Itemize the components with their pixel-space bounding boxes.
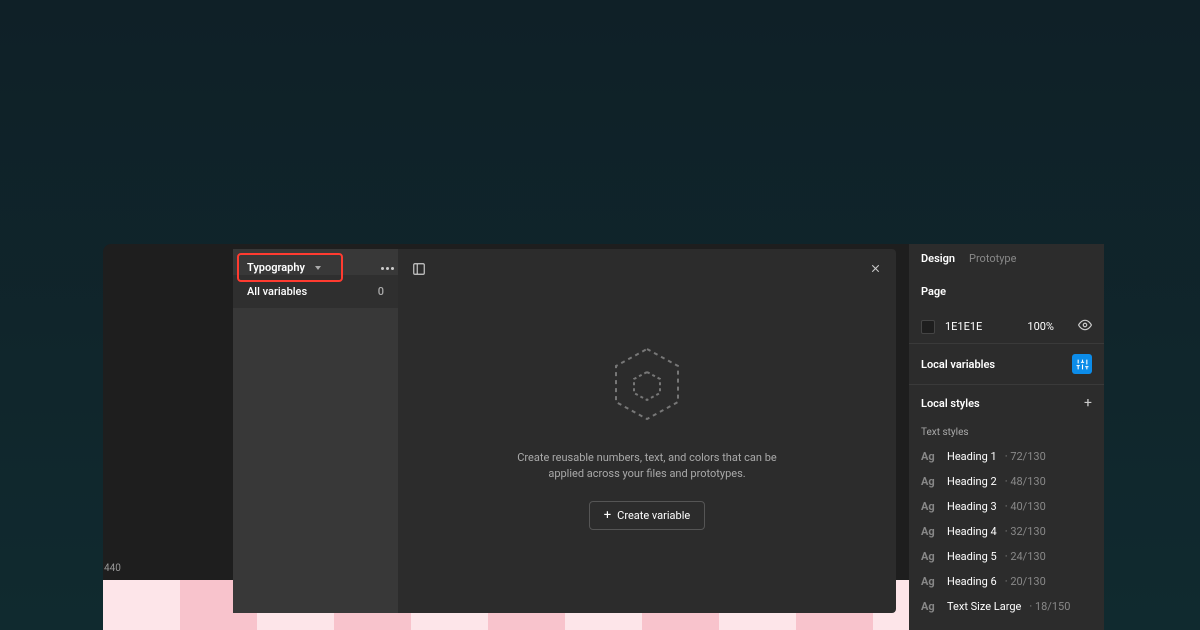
inspector-tabs: Design Prototype [909, 244, 1104, 275]
more-options-icon[interactable] [377, 263, 398, 274]
text-style-name: Heading 3 [947, 500, 997, 513]
text-style-ag-icon: Ag [921, 525, 939, 538]
page-section-label: Page [921, 285, 1092, 298]
text-style-item[interactable]: Ag Text Size Large · 18/150 [909, 594, 1104, 619]
local-styles-label: Local styles [921, 397, 980, 410]
text-style-name: Heading 5 [947, 550, 997, 563]
text-style-ag-icon: Ag [921, 600, 939, 613]
text-style-ag-icon: Ag [921, 500, 939, 513]
add-style-icon[interactable]: + [1084, 395, 1092, 411]
color-swatch[interactable] [921, 320, 935, 334]
all-variables-count: 0 [378, 285, 384, 298]
text-style-ag-icon: Ag [921, 450, 939, 463]
text-style-item[interactable]: Ag Heading 6 · 20/130 [909, 569, 1104, 594]
text-style-ag-icon: Ag [921, 575, 939, 588]
local-variables-label: Local variables [921, 358, 995, 371]
all-variables-label: All variables [247, 285, 307, 298]
create-variable-button[interactable]: + Create variable [589, 501, 705, 530]
text-style-meta: · 40/130 [1005, 500, 1046, 513]
tab-prototype[interactable]: Prototype [969, 252, 1016, 265]
create-variable-label: Create variable [617, 509, 690, 522]
variables-sidebar: Typography All variables 0 [233, 249, 398, 613]
artboard-width-label: 440 [104, 563, 121, 574]
sidebar-toggle-icon[interactable] [412, 261, 426, 280]
text-style-ag-icon: Ag [921, 475, 939, 488]
variables-panel: Typography All variables 0 [233, 249, 896, 613]
visibility-icon[interactable] [1078, 318, 1092, 335]
variables-main: Create reusable numbers, text, and color… [398, 249, 896, 613]
empty-state-text: Create reusable numbers, text, and color… [517, 450, 777, 483]
text-style-name: Heading 6 [947, 575, 997, 588]
text-style-name: Heading 2 [947, 475, 997, 488]
text-style-meta: · 24/130 [1005, 550, 1046, 563]
variables-hexagon-icon [612, 346, 682, 426]
plus-icon: + [604, 509, 611, 522]
text-styles-list: Ag Heading 1 · 72/130 Ag Heading 2 · 48/130… [909, 444, 1104, 619]
text-style-name: Heading 1 [947, 450, 997, 463]
collection-dropdown[interactable]: Typography [237, 253, 343, 282]
tab-design[interactable]: Design [921, 252, 955, 265]
text-styles-header: Text styles [909, 421, 1104, 444]
text-style-ag-icon: Ag [921, 550, 939, 563]
text-style-meta: · 18/150 [1029, 600, 1070, 613]
text-style-meta: · 20/130 [1005, 575, 1046, 588]
text-style-name: Heading 4 [947, 525, 997, 538]
page-opacity[interactable]: 100% [1027, 320, 1054, 333]
text-style-name: Text Size Large [947, 600, 1021, 613]
text-style-meta: · 72/130 [1005, 450, 1046, 463]
collection-dropdown-label: Typography [247, 261, 305, 274]
text-style-meta: · 48/130 [1005, 475, 1046, 488]
chevron-down-icon [315, 266, 321, 270]
text-style-meta: · 32/130 [1005, 525, 1046, 538]
text-style-item[interactable]: Ag Heading 4 · 32/130 [909, 519, 1104, 544]
page-color-hex[interactable]: 1E1E1E [945, 320, 982, 333]
text-style-item[interactable]: Ag Heading 3 · 40/130 [909, 494, 1104, 519]
variables-settings-button[interactable] [1072, 354, 1092, 374]
page-background-row[interactable]: 1E1E1E 100% [909, 308, 1104, 343]
empty-state: Create reusable numbers, text, and color… [398, 292, 896, 613]
close-icon[interactable] [869, 262, 882, 279]
text-style-item[interactable]: Ag Heading 5 · 24/130 [909, 544, 1104, 569]
inspector-panel: Design Prototype Page 1E1E1E 100% Local … [909, 244, 1104, 630]
text-style-item[interactable]: Ag Heading 2 · 48/130 [909, 469, 1104, 494]
text-style-item[interactable]: Ag Heading 1 · 72/130 [909, 444, 1104, 469]
